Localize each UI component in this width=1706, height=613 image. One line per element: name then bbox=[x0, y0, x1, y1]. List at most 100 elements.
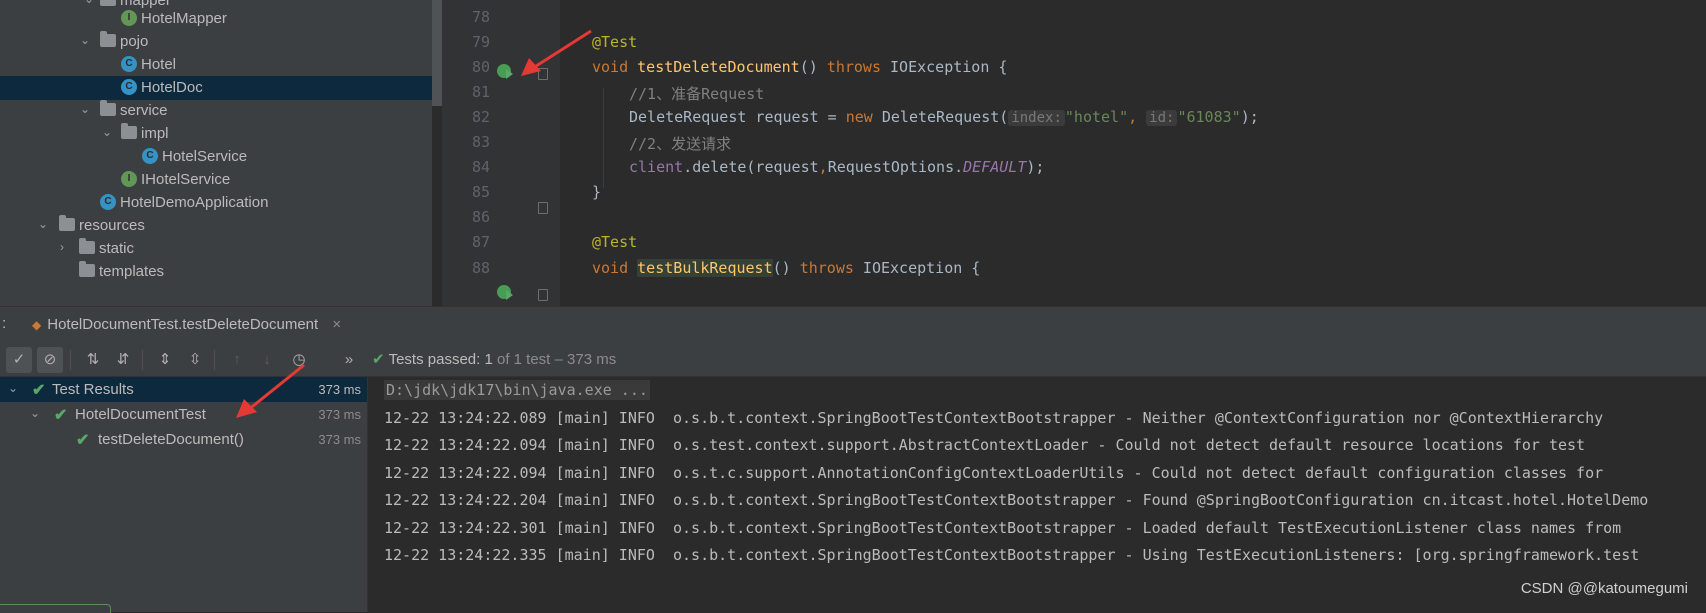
tree-item-hotel[interactable]: C Hotel bbox=[0, 53, 432, 77]
console-line: 12-22 13:24:22.335 [main] INFO o.s.b.t.c… bbox=[384, 546, 1640, 564]
code-line-81: //1、准备Request bbox=[629, 85, 765, 103]
spring-boot-class-icon: C bbox=[100, 194, 116, 210]
fold-marker-icon[interactable] bbox=[538, 202, 548, 214]
show-passed-toggle-icon[interactable]: ✓ bbox=[6, 347, 32, 373]
line-number: 81 bbox=[471, 83, 490, 101]
annotation-arrow bbox=[521, 29, 592, 76]
toolbar-separator bbox=[214, 350, 215, 370]
tool-window-prefix: : bbox=[2, 315, 7, 332]
test-method-row[interactable]: ✔ testDeleteDocument() 373 ms bbox=[0, 427, 367, 452]
test-results-root[interactable]: ⌄ ✔ Test Results 373 ms bbox=[0, 377, 367, 402]
tree-item-hoteldemoapplication[interactable]: C HotelDemoApplication bbox=[0, 191, 432, 215]
run-config-tab[interactable]: ◆ HotelDocumentTest.testDeleteDocument × bbox=[22, 307, 351, 342]
line-number: 86 bbox=[471, 208, 490, 226]
class-icon: C bbox=[142, 148, 158, 164]
console-command-line: D:\jdk\jdk17\bin\java.exe ... bbox=[384, 380, 650, 400]
chevron-right-icon[interactable]: › bbox=[60, 240, 72, 256]
annotation-arrow bbox=[236, 363, 305, 418]
chevron-down-icon[interactable]: ⌄ bbox=[80, 33, 92, 49]
param-hint: id: bbox=[1146, 110, 1178, 126]
watermark: CSDN @@katoumegumi bbox=[1520, 580, 1688, 597]
tree-item-resources[interactable]: ⌄ resources bbox=[0, 214, 432, 238]
code-line-82: DeleteRequest request = new DeleteReques… bbox=[629, 108, 1259, 126]
run-tool-window-header: : ◆ HotelDocumentTest.testDeleteDocument … bbox=[0, 306, 1706, 343]
duration: 373 ms bbox=[318, 407, 361, 422]
line-number: 83 bbox=[471, 133, 490, 151]
close-tab-icon[interactable]: × bbox=[332, 316, 341, 333]
check-icon: ✔ bbox=[372, 351, 385, 368]
tree-item-templates[interactable]: templates bbox=[0, 260, 432, 284]
chevron-down-icon[interactable]: ⌄ bbox=[80, 102, 92, 118]
tree-item-static[interactable]: › static bbox=[0, 237, 432, 261]
code-line-79: @Test bbox=[592, 33, 638, 51]
expand-all-icon[interactable]: ⇕ bbox=[152, 347, 178, 373]
package-icon bbox=[100, 31, 116, 47]
console-line: 12-22 13:24:22.089 [main] INFO o.s.b.t.c… bbox=[384, 409, 1604, 427]
chevron-down-icon[interactable]: ⌄ bbox=[8, 381, 18, 395]
interface-icon: I bbox=[121, 171, 137, 187]
console-line: 12-22 13:24:22.094 [main] INFO o.s.test.… bbox=[384, 436, 1586, 454]
code-line-80: void testDeleteDocument() throws IOExcep… bbox=[592, 58, 1008, 76]
console-line: 12-22 13:24:22.301 [main] INFO o.s.b.t.c… bbox=[384, 519, 1622, 537]
indent-guide bbox=[603, 88, 604, 188]
folder-icon bbox=[79, 238, 95, 254]
test-status: ✔ Tests passed: 1 of 1 test – 373 ms bbox=[372, 351, 617, 368]
line-number: 85 bbox=[471, 183, 490, 201]
code-line-88: void testBulkRequest() throws IOExceptio… bbox=[592, 259, 981, 277]
run-test-icon[interactable] bbox=[497, 64, 513, 79]
class-icon: C bbox=[121, 56, 137, 72]
line-number: 79 bbox=[471, 33, 490, 51]
package-icon bbox=[100, 0, 116, 6]
code-editor[interactable]: @Test void testDeleteDocument() throws I… bbox=[560, 0, 1706, 306]
run-test-icon[interactable] bbox=[497, 285, 513, 300]
duration: 373 ms bbox=[318, 382, 361, 397]
line-number: 87 bbox=[471, 233, 490, 251]
tree-item-service[interactable]: ⌄ service bbox=[0, 99, 432, 123]
passed-check-icon: ✔ bbox=[32, 382, 46, 399]
run-config-icon: ◆ bbox=[32, 318, 42, 332]
project-tree: ⌄ mapper I HotelMapper ⌄ pojo C Hotel C … bbox=[0, 0, 432, 306]
toolbar-separator bbox=[70, 350, 71, 370]
package-icon bbox=[121, 123, 137, 139]
interface-icon: I bbox=[121, 10, 137, 26]
console-line: 12-22 13:24:22.204 [main] INFO o.s.b.t.c… bbox=[384, 491, 1649, 509]
sort-alphabetically-icon[interactable]: ⇅ bbox=[80, 347, 106, 373]
param-hint: index: bbox=[1008, 110, 1065, 126]
sort-by-duration-icon[interactable]: ⇵ bbox=[110, 347, 136, 373]
chevron-down-icon[interactable]: ⌄ bbox=[38, 217, 50, 233]
chevron-down-icon[interactable]: ⌄ bbox=[30, 406, 40, 420]
tree-scrollbar[interactable] bbox=[432, 0, 442, 106]
show-ignored-toggle-icon[interactable]: ⊘ bbox=[37, 347, 63, 373]
line-number: 84 bbox=[471, 158, 490, 176]
console-line: 12-22 13:24:22.094 [main] INFO o.s.t.c.s… bbox=[384, 464, 1604, 482]
tree-item-ihotelservice[interactable]: I IHotelService bbox=[0, 168, 432, 192]
toolbar-separator bbox=[142, 350, 143, 370]
tree-item-pojo[interactable]: ⌄ pojo bbox=[0, 30, 432, 54]
tree-item-impl[interactable]: ⌄ impl bbox=[0, 122, 432, 146]
code-line-87: @Test bbox=[592, 233, 638, 251]
passed-check-icon: ✔ bbox=[76, 432, 90, 449]
class-icon: C bbox=[121, 79, 137, 95]
code-line-84: client.delete(request,RequestOptions.DEF… bbox=[629, 158, 1045, 176]
line-number: 80 bbox=[471, 58, 490, 76]
line-number: 88 bbox=[471, 259, 490, 277]
code-line-83: //2、发送请求 bbox=[629, 135, 732, 153]
duration: 373 ms bbox=[318, 432, 361, 447]
console-output[interactable]: D:\jdk\jdk17\bin\java.exe ... 12-22 13:2… bbox=[368, 377, 1706, 612]
package-icon bbox=[100, 100, 116, 116]
line-number: 78 bbox=[471, 8, 490, 26]
tree-item-hoteldoc[interactable]: C HotelDoc bbox=[0, 76, 432, 100]
resources-folder-icon bbox=[59, 215, 75, 231]
fold-marker-icon[interactable] bbox=[538, 289, 548, 301]
more-actions-button[interactable]: » bbox=[342, 347, 356, 373]
line-number: 82 bbox=[471, 108, 490, 126]
folder-icon bbox=[79, 261, 95, 277]
code-line-85: } bbox=[592, 183, 602, 201]
chevron-down-icon[interactable]: ⌄ bbox=[102, 125, 114, 141]
test-class-row[interactable]: ⌄ ✔ HotelDocumentTest 373 ms bbox=[0, 402, 367, 427]
tree-item-hotelmapper[interactable]: I HotelMapper bbox=[0, 7, 432, 31]
collapse-all-icon[interactable]: ⇳ bbox=[182, 347, 208, 373]
test-results-tree: ⌄ ✔ Test Results 373 ms ⌄ ✔ HotelDocumen… bbox=[0, 377, 367, 612]
tree-item-hotelservice[interactable]: C HotelService bbox=[0, 145, 432, 169]
passed-check-icon: ✔ bbox=[54, 407, 68, 424]
